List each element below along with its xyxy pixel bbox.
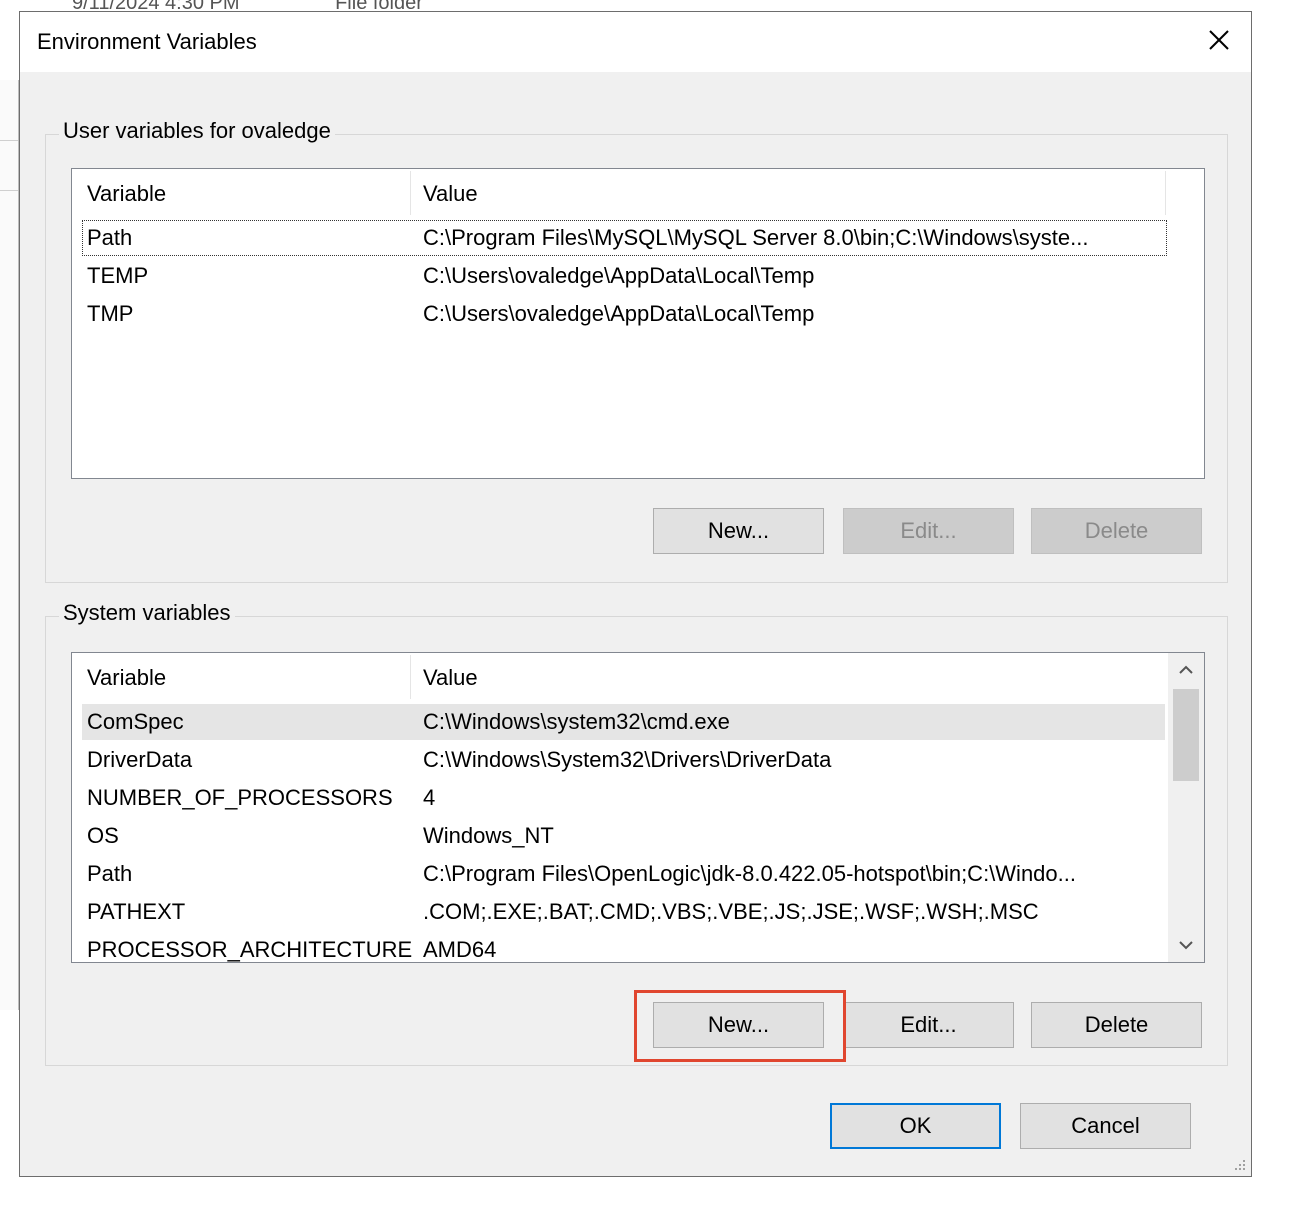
variable-name: TMP [87, 301, 134, 326]
list-item[interactable]: NUMBER_OF_PROCESSORS 4 [82, 780, 1165, 816]
column-header-variable[interactable]: Variable [87, 181, 166, 207]
variable-name: PATHEXT [87, 899, 186, 924]
list-header: Variable Value [72, 169, 1204, 219]
variable-value: C:\Users\ovaledge\AppData\Local\Temp [423, 263, 815, 288]
close-button[interactable] [1203, 24, 1235, 56]
variable-value: AMD64 [423, 937, 497, 962]
scroll-down-button[interactable] [1168, 928, 1204, 962]
user-variables-label: User variables for ovaledge [59, 118, 335, 144]
column-header-variable[interactable]: Variable [87, 665, 166, 691]
list-item[interactable]: Path C:\Program Files\MySQL\MySQL Server… [82, 220, 1167, 256]
dialog-title: Environment Variables [37, 29, 257, 54]
list-item[interactable]: Path C:\Program Files\OpenLogic\jdk-8.0.… [82, 856, 1165, 892]
environment-variables-dialog: Environment Variables User variables for… [19, 11, 1252, 1177]
variable-value: Windows_NT [423, 823, 554, 848]
column-header-value[interactable]: Value [423, 665, 478, 691]
variable-value: C:\Program Files\OpenLogic\jdk-8.0.422.0… [423, 861, 1076, 886]
variable-name: OS [87, 823, 119, 848]
user-new-button[interactable]: New... [653, 508, 824, 554]
list-item[interactable]: TMP C:\Users\ovaledge\AppData\Local\Temp [82, 296, 1167, 332]
list-item[interactable]: TEMP C:\Users\ovaledge\AppData\Local\Tem… [82, 258, 1167, 294]
cancel-button[interactable]: Cancel [1020, 1103, 1191, 1149]
variable-name: Path [87, 861, 133, 886]
user-delete-button: Delete [1031, 508, 1202, 554]
system-variables-group: System variables Variable Value ComSpec … [45, 600, 1228, 1066]
system-delete-button[interactable]: Delete [1031, 1002, 1202, 1048]
column-header-value[interactable]: Value [423, 181, 478, 207]
system-edit-button[interactable]: Edit... [843, 1002, 1014, 1048]
resize-grip-icon[interactable] [1229, 1154, 1247, 1172]
title-bar: Environment Variables [20, 12, 1251, 72]
user-variables-group: User variables for ovaledge Variable Val… [45, 118, 1228, 583]
list-item[interactable]: OS Windows_NT [82, 818, 1165, 854]
variable-value: C:\Users\ovaledge\AppData\Local\Temp [423, 301, 815, 326]
variable-name: Path [87, 225, 133, 250]
list-item[interactable]: DriverData C:\Windows\System32\Drivers\D… [82, 742, 1165, 778]
variable-name: TEMP [87, 263, 149, 288]
list-item[interactable]: PATHEXT .COM;.EXE;.BAT;.CMD;.VBS;.VBE;.J… [82, 894, 1165, 930]
list-item[interactable]: ComSpec C:\Windows\system32\cmd.exe [82, 704, 1165, 740]
variable-value: 4 [423, 785, 436, 810]
scroll-thumb[interactable] [1173, 689, 1199, 781]
variable-value: C:\Windows\system32\cmd.exe [423, 709, 730, 734]
list-header: Variable Value [72, 653, 1204, 703]
chevron-down-icon [1179, 941, 1193, 950]
vertical-scrollbar[interactable] [1168, 653, 1204, 962]
background-window-edge [0, 80, 19, 1010]
list-item[interactable]: PROCESSOR_ARCHITECTURE AMD64 [82, 932, 1165, 962]
highlight-box [634, 990, 846, 1062]
user-edit-button: Edit... [843, 508, 1014, 554]
variable-name: NUMBER_OF_PROCESSORS [87, 785, 393, 810]
close-icon [1209, 30, 1229, 50]
ok-button[interactable]: OK [830, 1103, 1001, 1149]
system-variables-list[interactable]: Variable Value ComSpec C:\Windows\system… [71, 652, 1205, 963]
variable-value: .COM;.EXE;.BAT;.CMD;.VBS;.VBE;.JS;.JSE;.… [423, 899, 1039, 924]
variable-value: C:\Program Files\MySQL\MySQL Server 8.0\… [423, 225, 1089, 250]
variable-name: DriverData [87, 747, 193, 772]
scroll-up-button[interactable] [1168, 653, 1204, 687]
user-variables-list[interactable]: Variable Value Path C:\Program Files\MyS… [71, 168, 1205, 479]
chevron-up-icon [1179, 665, 1193, 674]
variable-name: PROCESSOR_ARCHITECTURE [87, 937, 413, 962]
variable-name: ComSpec [87, 709, 184, 734]
variable-value: C:\Windows\System32\Drivers\DriverData [423, 747, 832, 772]
system-variables-label: System variables [59, 600, 235, 626]
